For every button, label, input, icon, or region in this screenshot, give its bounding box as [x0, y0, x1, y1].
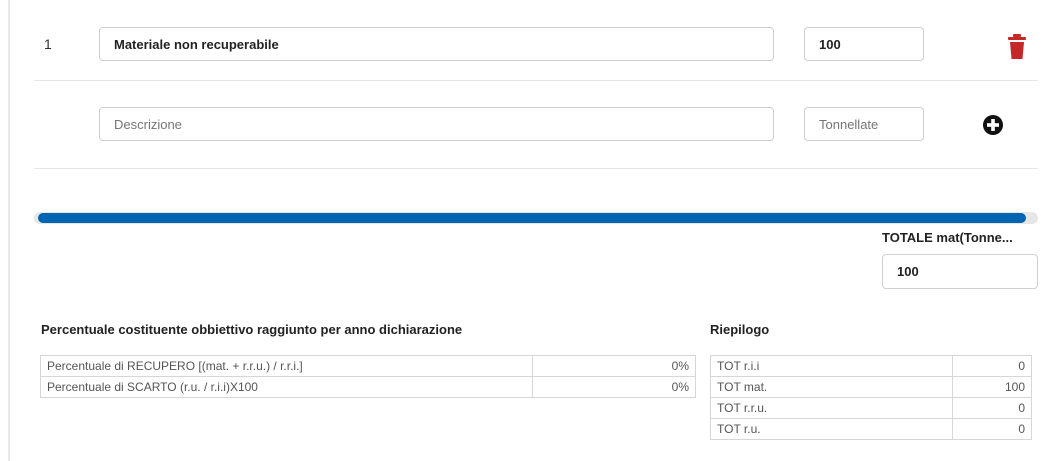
percentages-table: Percentuale di RECUPERO [(mat. + r.r.u.)…	[40, 355, 696, 398]
summary-value: 0	[952, 397, 1032, 419]
trash-icon[interactable]	[1007, 34, 1027, 60]
item-description-field[interactable]: Materiale non recuperabile	[99, 27, 774, 61]
plus-circle-icon[interactable]	[982, 114, 1004, 136]
total-value-field[interactable]: 100	[882, 254, 1038, 289]
summary-label: TOT r.i.i	[710, 355, 953, 377]
summary-title: Riepilogo	[710, 322, 770, 337]
table-row: TOT r.r.u. 0	[710, 397, 1032, 419]
row-separator	[34, 168, 1038, 169]
total-label: TOTALE mat(Tonne...	[882, 230, 1013, 245]
percentage-label: Percentuale di RECUPERO [(mat. + r.r.u.)…	[40, 355, 533, 377]
percentages-title: Percentuale costituente obbiettivo raggi…	[41, 322, 463, 337]
row-separator	[34, 80, 1038, 81]
summary-value: 100	[952, 376, 1032, 398]
new-item-description-input[interactable]	[99, 107, 774, 141]
horizontal-scrollbar[interactable]	[34, 212, 1038, 224]
summary-label: TOT r.r.u.	[710, 397, 953, 419]
scrollbar-thumb[interactable]	[38, 213, 1026, 223]
table-row: TOT r.i.i 0	[710, 355, 1032, 377]
percentage-label: Percentuale di SCARTO (r.u. / r.i.i)X100	[40, 376, 533, 398]
percentage-value: 0%	[532, 355, 696, 377]
summary-value: 0	[952, 418, 1032, 440]
summary-label: TOT mat.	[710, 376, 953, 398]
new-item-quantity-input[interactable]	[804, 107, 924, 141]
item-quantity-field[interactable]: 100	[804, 27, 924, 61]
summary-label: TOT r.u.	[710, 418, 953, 440]
summary-table: TOT r.i.i 0 TOT mat. 100 TOT r.r.u. 0 TO…	[710, 355, 1032, 440]
table-row: Percentuale di RECUPERO [(mat. + r.r.u.)…	[40, 355, 696, 377]
table-row: Percentuale di SCARTO (r.u. / r.i.i)X100…	[40, 376, 696, 398]
item-row-index: 1	[44, 36, 52, 52]
table-row: TOT mat. 100	[710, 376, 1032, 398]
percentage-value: 0%	[532, 376, 696, 398]
summary-value: 0	[952, 355, 1032, 377]
container-left-border	[8, 0, 10, 461]
table-row: TOT r.u. 0	[710, 418, 1032, 440]
